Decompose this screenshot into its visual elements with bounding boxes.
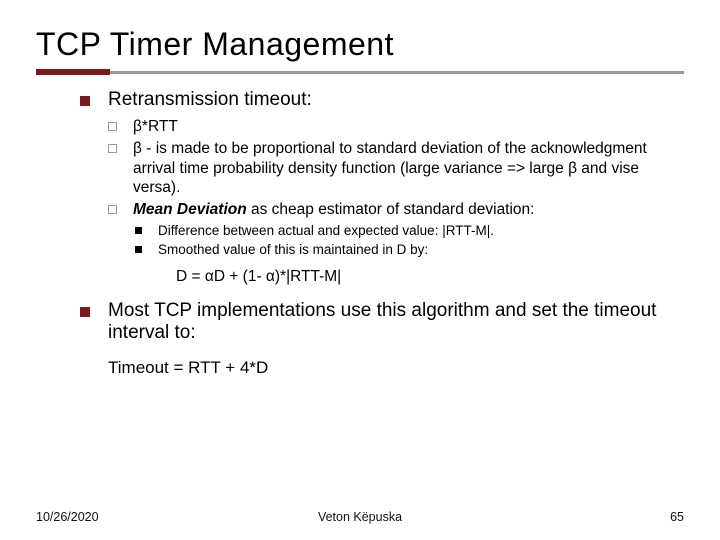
square-bullet-icon bbox=[80, 96, 90, 106]
bullet-l2-group: β*RTT β - is made to be proportional to … bbox=[80, 117, 684, 258]
rule-accent bbox=[36, 69, 110, 75]
body: Retransmission timeout: β*RTT β - is mad… bbox=[36, 89, 684, 378]
square-bullet-icon bbox=[80, 307, 90, 317]
footer: 10/26/2020 Veton Këpuska 65 bbox=[0, 510, 720, 524]
bullet-l2: β*RTT bbox=[108, 117, 684, 137]
bullet-l1: Retransmission timeout: bbox=[80, 89, 684, 111]
bullet-l3-group: Difference between actual and expected v… bbox=[108, 222, 684, 258]
emphasis: Mean Deviation bbox=[133, 201, 247, 218]
bullet-l1: Most TCP implementations use this algori… bbox=[80, 300, 684, 344]
rule-line bbox=[110, 71, 684, 74]
bullet-l2: β - is made to be proportional to standa… bbox=[108, 139, 684, 198]
bullet-text-rest: as cheap estimator of standard deviation… bbox=[247, 201, 535, 218]
bullet-text: Difference between actual and expected v… bbox=[158, 222, 494, 240]
title-rule bbox=[36, 69, 684, 75]
bullet-text: Most TCP implementations use this algori… bbox=[108, 300, 684, 344]
slide-title: TCP Timer Management bbox=[36, 26, 684, 63]
bullet-text: Retransmission timeout: bbox=[108, 89, 312, 111]
bullet-text: β - is made to be proportional to standa… bbox=[133, 139, 684, 198]
bullet-l2: Mean Deviation as cheap estimator of sta… bbox=[108, 200, 684, 220]
small-square-icon bbox=[135, 227, 142, 234]
hollow-square-icon bbox=[108, 144, 117, 153]
bullet-l3: Difference between actual and expected v… bbox=[135, 222, 684, 240]
small-square-icon bbox=[135, 246, 142, 253]
footer-author: Veton Këpuska bbox=[0, 510, 720, 524]
bullet-l3: Smoothed value of this is maintained in … bbox=[135, 241, 684, 259]
formula-d: D = αD + (1- α)*|RTT-M| bbox=[176, 268, 684, 286]
formula-timeout: Timeout = RTT + 4*D bbox=[108, 358, 684, 378]
slide: TCP Timer Management Retransmission time… bbox=[0, 0, 720, 540]
bullet-text: β*RTT bbox=[133, 117, 178, 137]
hollow-square-icon bbox=[108, 122, 117, 131]
bullet-text: Mean Deviation as cheap estimator of sta… bbox=[133, 200, 534, 220]
hollow-square-icon bbox=[108, 205, 117, 214]
bullet-text: Smoothed value of this is maintained in … bbox=[158, 241, 428, 259]
